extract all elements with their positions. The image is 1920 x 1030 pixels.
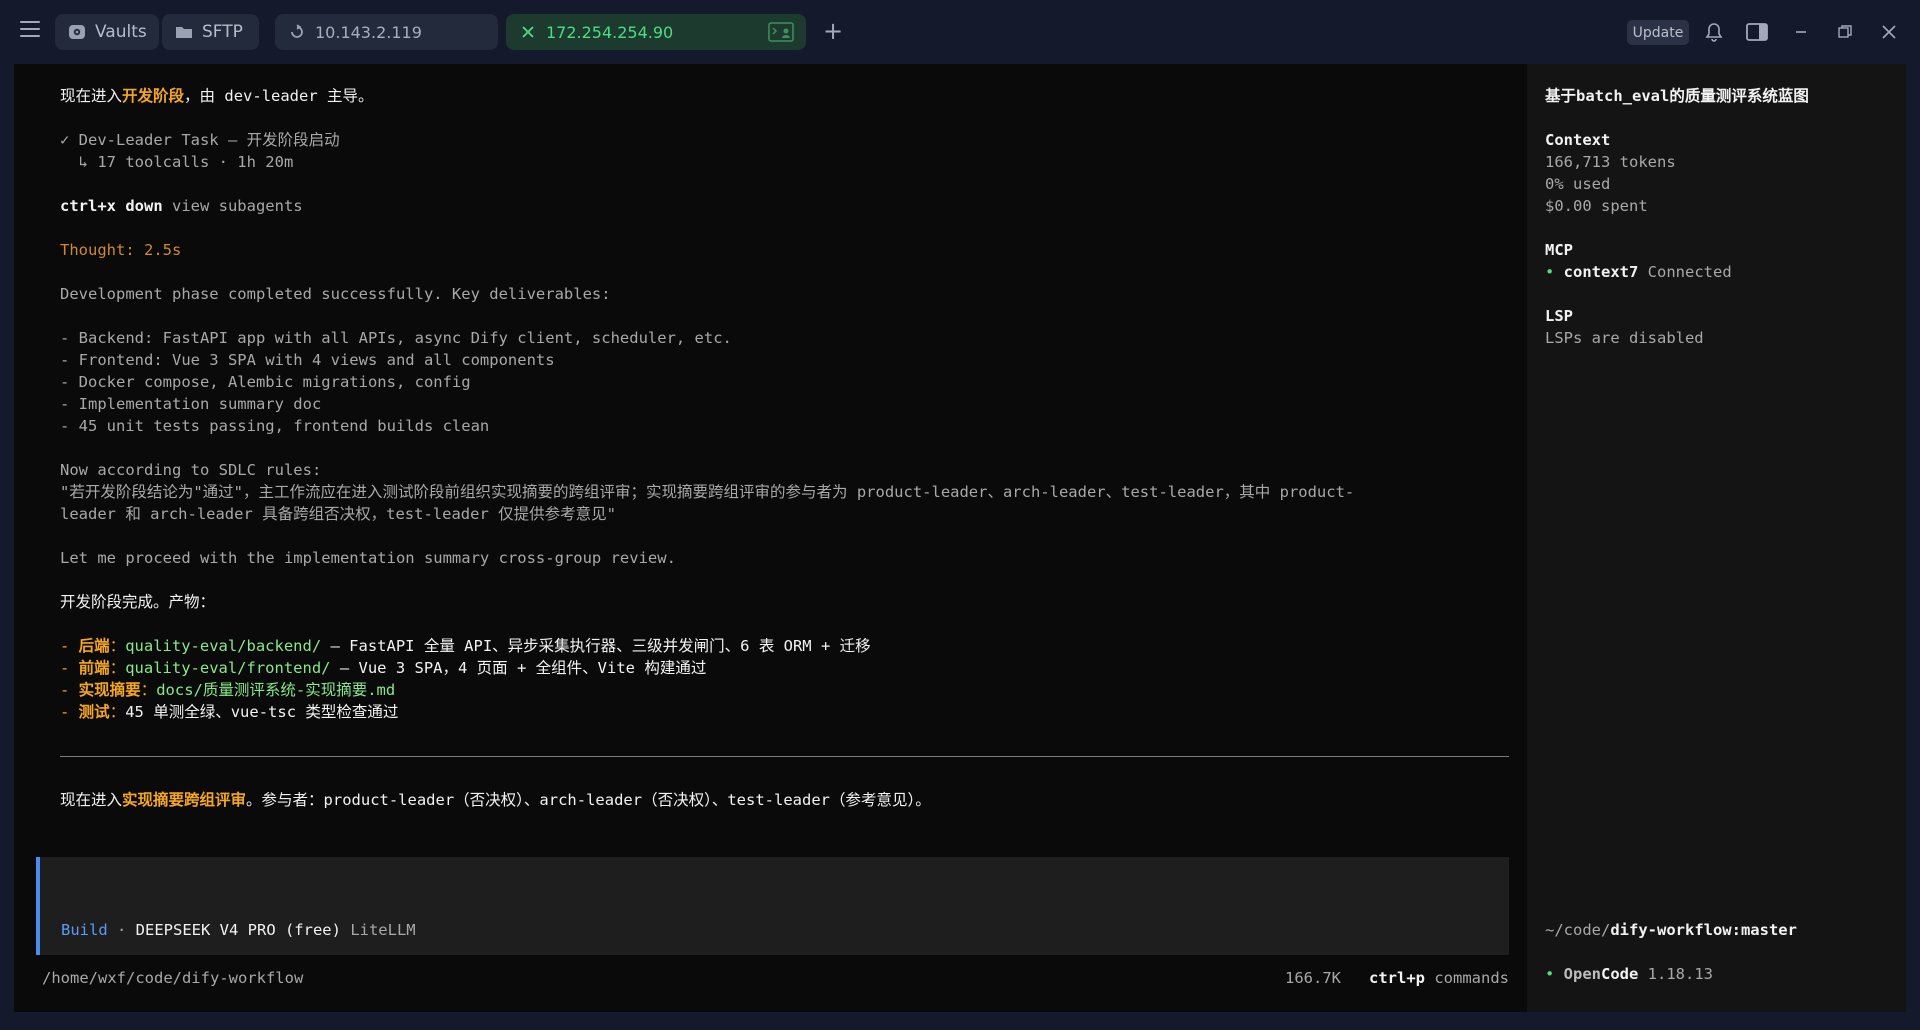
terminal-icon bbox=[768, 22, 794, 46]
product-item: - 后端：quality-eval/backend/ — FastAPI 全量 … bbox=[60, 637, 871, 655]
status-dot-icon: • bbox=[1545, 965, 1564, 983]
tab-vaults[interactable]: Vaults bbox=[55, 14, 159, 50]
dev-summary: Development phase completed successfully… bbox=[60, 285, 611, 303]
status-dot-icon: • bbox=[1545, 263, 1564, 281]
sdlc-quote: "若开发阶段结论为"通过"，主工作流应在进入测试阶段前组织实现摘要的跨组评审；实… bbox=[60, 483, 1355, 501]
tab-label: 10.143.2.119 bbox=[315, 22, 422, 42]
update-button[interactable]: Update bbox=[1627, 20, 1689, 45]
mcp-heading: MCP bbox=[1545, 241, 1573, 259]
terminal-output[interactable]: 现在进入开发阶段，由 dev-leader 主导。 ✓ Dev-Leader T… bbox=[14, 64, 1527, 1012]
tab-ssh-10-143-2-119[interactable]: 10.143.2.119 bbox=[275, 14, 498, 50]
list-item: - Backend: FastAPI app with all APIs, as… bbox=[60, 329, 732, 347]
done-heading: 开发阶段完成。产物： bbox=[60, 593, 216, 611]
cost-spent: $0.00 spent bbox=[1545, 197, 1648, 215]
product-item: - 测试：45 单测全绿、vue-tsc 类型检查通过 bbox=[60, 703, 399, 721]
tab-label: 172.254.254.90 bbox=[546, 22, 674, 42]
session-sidebar: 基于batch_eval的质量测评系统蓝图 Context 166,713 to… bbox=[1527, 64, 1906, 1012]
menu-icon[interactable] bbox=[20, 21, 40, 41]
list-item: - 45 unit tests passing, frontend builds… bbox=[60, 417, 490, 435]
session-title: 基于batch_eval的质量测评系统蓝图 bbox=[1545, 87, 1809, 105]
close-window-icon[interactable] bbox=[1877, 20, 1901, 44]
lsp-status: LSPs are disabled bbox=[1545, 329, 1704, 347]
proceed-text: Let me proceed with the implementation s… bbox=[60, 549, 676, 567]
sidebar-toggle-icon[interactable] bbox=[1745, 20, 1769, 44]
list-item: - Docker compose, Alembic migrations, co… bbox=[60, 373, 471, 391]
product-item: - 前端：quality-eval/frontend/ — Vue 3 SPA，… bbox=[60, 659, 707, 677]
review-intro: 现在进入实现摘要跨组评审。参与者：product-leader（否决权）、arc… bbox=[60, 791, 931, 809]
list-item: - Frontend: Vue 3 SPA with 4 views and a… bbox=[60, 351, 555, 369]
thought-time: Thought: 2.5s bbox=[60, 241, 182, 259]
agent-model-status[interactable]: Build · DEEPSEEK V4 PRO (free) LiteLLM bbox=[61, 919, 416, 941]
minimize-icon[interactable] bbox=[1789, 20, 1813, 44]
new-tab-icon[interactable]: + bbox=[822, 19, 844, 43]
token-count: 166,713 tokens bbox=[1545, 153, 1676, 171]
vault-icon bbox=[67, 22, 87, 42]
keybinding-hint: ctrl+x down view subagents bbox=[60, 197, 303, 215]
tab-label: SFTP bbox=[202, 22, 243, 42]
ssh-icon bbox=[287, 22, 307, 42]
divider bbox=[60, 756, 1509, 757]
context-used: 0% used bbox=[1545, 175, 1611, 193]
lsp-heading: LSP bbox=[1545, 307, 1573, 325]
tab-172-254-254-90[interactable]: 172.254.254.90 bbox=[506, 14, 806, 50]
folder-icon bbox=[174, 22, 194, 42]
working-directory: /home/wxf/code/dify-workflow bbox=[42, 969, 304, 987]
bell-icon[interactable] bbox=[1702, 20, 1726, 44]
list-item: - Implementation summary doc bbox=[60, 395, 322, 413]
status-footer: 166.7K ctrl+p commands bbox=[1285, 969, 1509, 987]
context-heading: Context bbox=[1545, 131, 1611, 149]
product-item: - 实现摘要：docs/质量测评系统-实现摘要.md bbox=[60, 681, 396, 699]
task-meta: ↳ 17 toolcalls · 1h 20m bbox=[60, 153, 294, 171]
phase-intro: 现在进入开发阶段，由 dev-leader 主导。 bbox=[60, 87, 374, 105]
app-version: • OpenCode 1.18.13 bbox=[1545, 965, 1713, 983]
tab-sftp[interactable]: SFTP bbox=[162, 14, 259, 50]
task-title: ✓ Dev-Leader Task — 开发阶段启动 bbox=[60, 131, 340, 149]
close-icon[interactable] bbox=[518, 22, 538, 42]
restore-icon[interactable] bbox=[1833, 20, 1857, 44]
title-bar: Vaults SFTP 10.143.2.119 172.254.254.90 … bbox=[0, 0, 1920, 64]
repo-path: ~/code/dify-workflow:master bbox=[1545, 921, 1797, 939]
prompt-input[interactable]: Build · DEEPSEEK V4 PRO (free) LiteLLM bbox=[36, 857, 1509, 955]
sdlc-heading: Now according to SDLC rules: bbox=[60, 461, 322, 479]
mcp-server: • context7 Connected bbox=[1545, 263, 1732, 281]
sdlc-quote: leader 和 arch-leader 具备跨组否决权，test-leader… bbox=[60, 505, 616, 523]
tab-label: Vaults bbox=[95, 22, 147, 42]
